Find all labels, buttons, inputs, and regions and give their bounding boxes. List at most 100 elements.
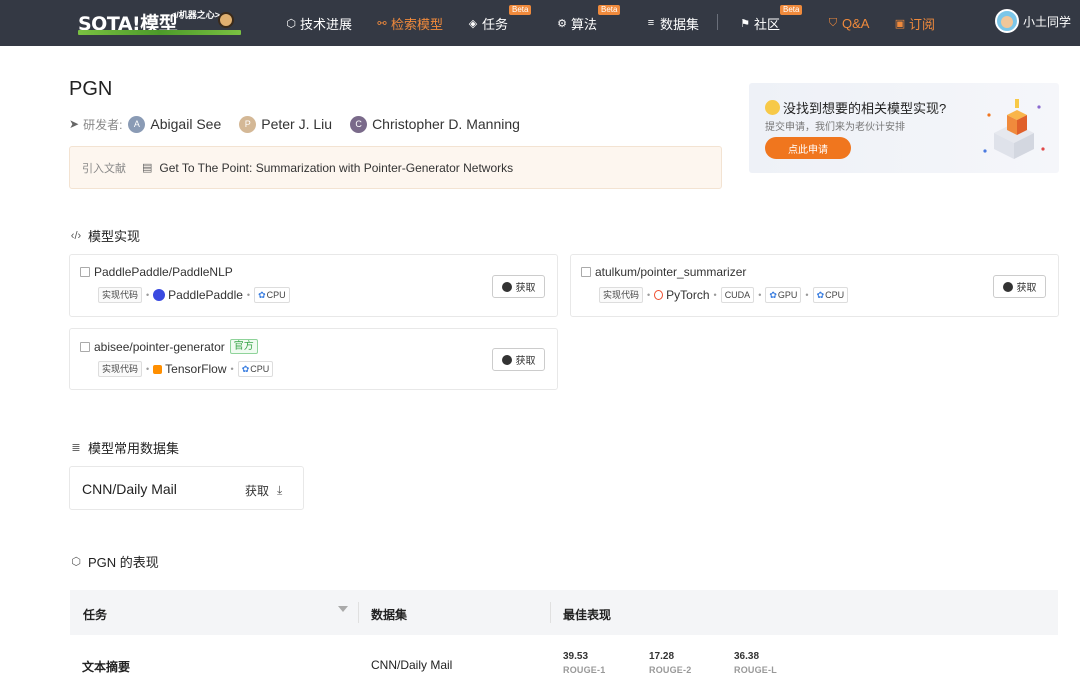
column-header-task: 任务: [83, 608, 108, 622]
request-banner: 没找到想要的相关模型实现? 提交申请，我们来为老伙计安排 点此申请: [749, 83, 1059, 173]
user-avatar[interactable]: [995, 9, 1019, 33]
nav-item-subscribe[interactable]: ▣ 订阅: [893, 13, 935, 33]
filter-icon[interactable]: [338, 606, 348, 612]
author-item[interactable]: C Christopher D. Manning: [350, 115, 520, 133]
metric-rouge-l: 36.38 ROUGE-L: [734, 651, 777, 675]
repo-name[interactable]: PaddlePaddle/PaddleNLP: [80, 265, 233, 279]
repo-icon: [581, 267, 591, 277]
dataset-name[interactable]: CNN/Daily Mail: [82, 481, 177, 497]
repo-icon: [80, 341, 90, 352]
get-code-button[interactable]: 获取: [492, 348, 545, 371]
author-avatar: C: [350, 115, 368, 133]
mascot-icon: [218, 12, 234, 28]
author-item[interactable]: P Peter J. Liu: [239, 115, 333, 133]
apply-button[interactable]: 点此申请: [765, 137, 851, 159]
implementation-card[interactable]: atulkum/pointer_summarizer 实现代码 • PyTorc…: [570, 254, 1059, 317]
implementations-heading: ‹/› 模型实现: [69, 226, 140, 245]
nav-divider: [717, 14, 718, 30]
repo-name[interactable]: atulkum/pointer_summarizer: [581, 265, 746, 279]
network-icon: ⚯: [377, 17, 387, 30]
code-tag: 实现代码: [98, 287, 143, 303]
nav-item-tasks[interactable]: ◈ 任务 Beta: [466, 5, 532, 33]
authors-row: ➤ 研发者: A Abigail See P Peter J. Liu C Ch…: [69, 114, 538, 134]
implementation-card[interactable]: PaddlePaddle/PaddleNLP 实现代码 • PaddlePadd…: [69, 254, 558, 317]
dataset-get-button[interactable]: 获取 ⤓: [245, 482, 282, 499]
repo-icon: [80, 267, 90, 277]
banner-title-text: 没找到想要的相关模型实现?: [783, 101, 947, 116]
chip-gear-icon: ✿: [241, 364, 250, 374]
cpu-chip: ✿ CPU: [812, 287, 849, 303]
author-name: Peter J. Liu: [261, 116, 333, 132]
nav-item-datasets[interactable]: ≡ 数据集: [644, 13, 699, 33]
chip-gear-icon: ✿: [816, 290, 825, 300]
author-avatar: A: [128, 115, 146, 133]
implementation-tags: 实现代码 • TensorFlow • ✿ CPU: [98, 361, 274, 377]
flag-icon: ⚑: [740, 17, 750, 30]
shield-icon: ⛉: [828, 16, 838, 29]
repo-label: abisee/pointer-generator: [94, 339, 225, 354]
top-nav: SOTA!模型 </机器之心> ⬡ 技术进展 ⚯ 检索模型 ◈ 任务 Beta …: [0, 0, 1080, 46]
section-title: 模型常用数据集: [88, 441, 180, 456]
database-icon: ≡: [647, 17, 655, 29]
repo-label: atulkum/pointer_summarizer: [595, 265, 747, 279]
paddle-icon: [153, 289, 166, 301]
official-badge: 官方: [229, 339, 258, 354]
metric-rouge-2: 17.28 ROUGE-2: [649, 651, 692, 675]
pytorch-icon: [654, 290, 664, 300]
dataset-cell[interactable]: CNN/Daily Mail: [371, 658, 452, 672]
column-header-dataset: 数据集: [371, 608, 408, 622]
nav-item-label: 技术进展: [300, 16, 353, 32]
get-code-button[interactable]: 获取: [993, 275, 1046, 298]
framework-pytorch: PyTorch: [654, 288, 710, 302]
nav-item-tech-progress[interactable]: ⬡ 技术进展: [284, 13, 352, 33]
metric-rouge-1: 39.53 ROUGE-1: [563, 651, 606, 675]
banner-title: 没找到想要的相关模型实现?: [765, 98, 946, 117]
get-code-button[interactable]: 获取: [492, 275, 545, 298]
logo-subtext: </机器之心>: [171, 10, 221, 20]
performance-table-header: 任务 数据集 最佳表现: [70, 590, 1058, 635]
nav-item-qa[interactable]: ⛉ Q&A: [826, 13, 870, 33]
thinking-emoji-icon: [765, 100, 780, 115]
dataset-card[interactable]: CNN/Daily Mail 获取 ⤓: [69, 466, 304, 510]
github-icon: [501, 354, 512, 365]
author-avatar: P: [239, 115, 257, 133]
repo-label: PaddlePaddle/PaddleNLP: [94, 265, 233, 279]
user-name[interactable]: 小土同学: [1023, 13, 1071, 30]
framework-paddle: PaddlePaddle: [153, 288, 243, 302]
nav-item-label: Q&A: [842, 15, 870, 31]
document-icon: ▤: [142, 162, 153, 174]
beta-badge: Beta: [598, 5, 621, 15]
beta-badge: Beta: [509, 5, 532, 15]
chip-gear-icon: ✿: [258, 290, 266, 300]
hexagon-icon: ⬡: [71, 556, 81, 568]
implementation-card[interactable]: abisee/pointer-generator 官方 实现代码 • Tenso…: [69, 328, 558, 390]
nav-item-label: 算法: [571, 16, 598, 32]
cpu-chip: ✿ CPU: [254, 287, 290, 303]
github-icon: [1002, 281, 1013, 292]
reference-link[interactable]: Get To The Point: Summarization with Poi…: [159, 161, 513, 175]
author-name: Abigail See: [150, 116, 222, 132]
cpu-chip: ✿ CPU: [237, 361, 274, 377]
author-name: Christopher D. Manning: [372, 116, 520, 132]
repo-name[interactable]: abisee/pointer-generator 官方: [80, 339, 258, 354]
task-cell: 文本摘要: [82, 660, 131, 674]
code-icon: ‹/›: [70, 229, 82, 242]
nav-item-label: 社区: [754, 16, 781, 32]
nav-item-label: 数据集: [660, 16, 700, 32]
tensorflow-icon: [153, 364, 163, 374]
beta-badge: Beta: [780, 5, 803, 15]
datasets-heading: ≣ 模型常用数据集: [69, 438, 179, 457]
nav-item-search-models[interactable]: ⚯ 检索模型: [375, 13, 443, 33]
sota-logo[interactable]: SOTA!模型 </机器之心>: [78, 6, 243, 38]
table-row[interactable]: 文本摘要 CNN/Daily Mail 39.53 ROUGE-1 17.28 …: [70, 636, 1058, 691]
nav-item-community[interactable]: ⚑ 社区 Beta: [738, 5, 803, 33]
send-icon: ➤: [69, 117, 80, 131]
algorithm-icon: ⚙: [557, 17, 567, 30]
banner-subtitle: 提交申请，我们来为老伙计安排: [765, 122, 905, 133]
github-icon: [501, 281, 512, 292]
nav-item-algorithms[interactable]: ⚙ 算法 Beta: [555, 5, 621, 33]
performance-heading: ⬡ PGN 的表现: [69, 552, 159, 571]
column-header-best: 最佳表现: [563, 608, 612, 622]
author-item[interactable]: A Abigail See: [128, 115, 222, 133]
code-tag: 实现代码: [98, 361, 143, 377]
